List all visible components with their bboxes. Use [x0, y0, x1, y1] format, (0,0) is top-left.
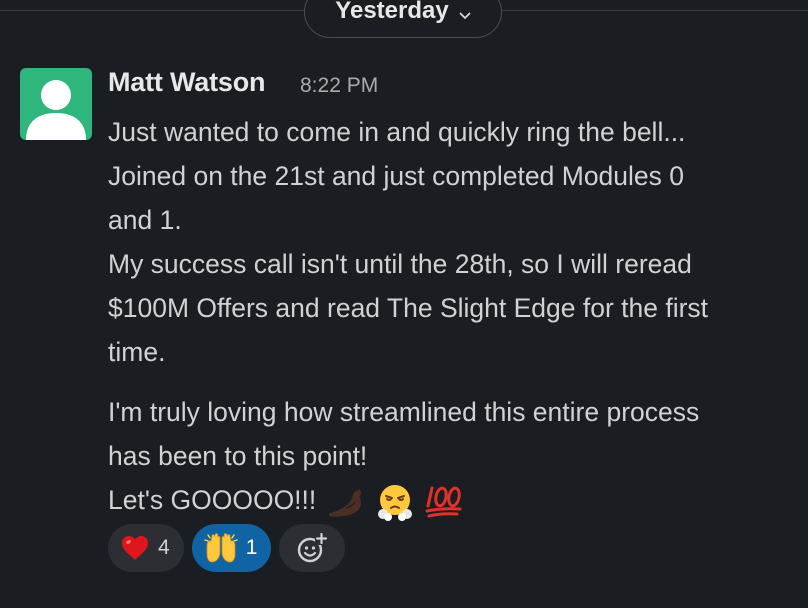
red-heart-icon — [122, 536, 148, 560]
message-timestamp[interactable]: 8:22 PM — [300, 74, 378, 98]
message-line: I'm truly loving how streamlined this en… — [108, 397, 700, 427]
date-divider-label: Yesterday — [335, 0, 449, 24]
message-paragraph: I'm truly loving how streamlined this en… — [108, 390, 798, 522]
raising-hands-icon — [203, 533, 238, 563]
date-divider-button[interactable]: Yesterday — [304, 0, 502, 38]
reaction-raising-hands[interactable]: 1 — [191, 524, 272, 572]
reaction-count: 1 — [245, 536, 258, 559]
avatar[interactable] — [20, 68, 92, 140]
message-line: My success call isn't until the 28th, so… — [108, 249, 692, 279]
message-line: $100M Offers and read The Slight Edge fo… — [108, 293, 709, 323]
message-body: Just wanted to come in and quickly ring … — [108, 110, 798, 522]
user-silhouette-icon — [26, 80, 86, 140]
message-paragraph: Just wanted to come in and quickly ring … — [108, 110, 798, 374]
reactions-bar: 4 1 — [108, 524, 346, 572]
chevron-down-icon — [459, 12, 471, 19]
message-line: Just wanted to come in and quickly ring … — [108, 117, 686, 147]
message-line: and 1. — [108, 205, 182, 235]
message-line: Let's GOOOOO!!! — [108, 485, 317, 515]
face-with-steam-icon — [378, 485, 413, 521]
sender-name[interactable]: Matt Watson — [108, 67, 265, 98]
flexed-biceps-icon — [328, 488, 361, 517]
add-reaction-button[interactable] — [279, 524, 346, 572]
message-line: has been to this point! — [108, 441, 368, 471]
reaction-count: 4 — [158, 536, 170, 559]
reaction-red-heart[interactable]: 4 — [108, 524, 184, 572]
hundred-points-icon — [425, 486, 462, 518]
add-reaction-icon — [298, 532, 329, 563]
message-line: time. — [108, 337, 166, 367]
message-line: Joined on the 21st and just completed Mo… — [108, 161, 685, 191]
message-view: Yesterday Matt Watson 8:22 PM Just wante… — [0, 0, 808, 608]
